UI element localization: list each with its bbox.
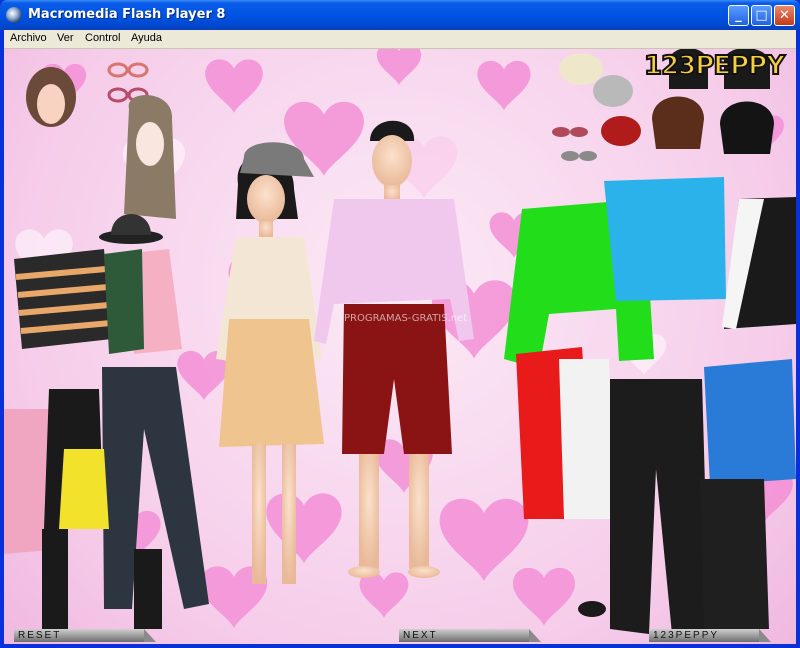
- menu-bar: Archivo Ver Control Ayuda: [4, 30, 796, 49]
- top-blue-tee[interactable]: [604, 177, 726, 301]
- top-striped[interactable]: [14, 249, 144, 354]
- minimize-button[interactable]: _: [728, 5, 749, 26]
- watermark: PROGRAMAS-GRATIS.net: [344, 313, 467, 324]
- top-black-white[interactable]: [722, 197, 796, 329]
- hair-option-1[interactable]: [26, 67, 76, 127]
- flash-player-window: Macromedia Flash Player 8 _ □ ✕ Archivo …: [0, 0, 800, 648]
- stage-artwork: PROGRAMAS-GRATIS.net: [4, 49, 796, 634]
- reset-button[interactable]: RESET: [14, 629, 156, 642]
- menu-archivo[interactable]: Archivo: [10, 32, 47, 44]
- flash-player-icon: [6, 7, 22, 23]
- menu-ver[interactable]: Ver: [57, 32, 74, 44]
- dress-yellow-black[interactable]: [44, 389, 109, 529]
- window-title: Macromedia Flash Player 8: [28, 7, 226, 22]
- next-button[interactable]: NEXT: [399, 629, 541, 642]
- menu-ayuda[interactable]: Ayuda: [131, 32, 162, 44]
- game-stage: PROGRAMAS-GRATIS.net 123PEPPY RESET NEXT…: [4, 49, 796, 644]
- game-logo: 123PEPPY: [643, 50, 786, 82]
- menu-control[interactable]: Control: [85, 32, 120, 44]
- close-button[interactable]: ✕: [774, 5, 795, 26]
- caps-and-glasses[interactable]: [552, 53, 641, 161]
- title-bar[interactable]: Macromedia Flash Player 8 _ □ ✕: [0, 0, 800, 30]
- brand-link-button[interactable]: 123PEPPY: [649, 629, 771, 642]
- jacket-red[interactable]: [516, 347, 614, 519]
- hair-option-2[interactable]: [124, 95, 176, 219]
- shoes-right[interactable]: [578, 601, 606, 617]
- maximize-button[interactable]: □: [751, 5, 772, 26]
- hat-black[interactable]: [99, 214, 163, 244]
- pants-black[interactable]: [610, 379, 709, 634]
